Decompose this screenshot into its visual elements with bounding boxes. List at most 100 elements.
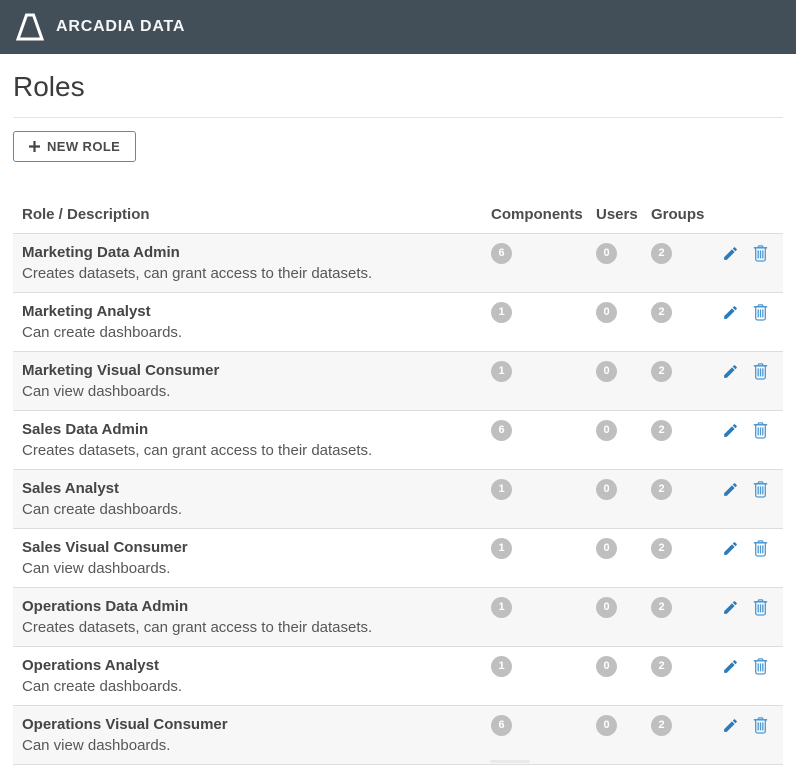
components-count-badge: 1: [491, 360, 512, 382]
groups-cell: 2: [651, 655, 722, 677]
components-cell: 1: [491, 537, 596, 559]
users-cell: 0: [596, 596, 651, 618]
edit-role-button[interactable]: [722, 243, 739, 262]
delete-role-button[interactable]: [753, 715, 768, 734]
role-table-row: Marketing Visual Consumer Can view dashb…: [13, 350, 783, 410]
edit-role-button[interactable]: [722, 361, 739, 380]
groups-cell: 2: [651, 360, 722, 382]
role-table-row: Operations Analyst Can create dashboards…: [13, 645, 783, 705]
role-name: Marketing Analyst: [22, 302, 151, 320]
role-description: Can view dashboards.: [22, 736, 171, 754]
actions-cell: [722, 361, 774, 380]
role-table-row: Marketing Analyst Can create dashboards.…: [13, 291, 783, 351]
edit-role-button[interactable]: [722, 597, 739, 616]
trash-icon: [753, 540, 768, 557]
delete-role-button[interactable]: [753, 597, 768, 616]
groups-count-badge: 2: [651, 714, 672, 736]
role-cell: Sales Analyst Can create dashboards.: [22, 479, 491, 520]
components-cell: 6: [491, 714, 596, 736]
role-cell: Operations Analyst Can create dashboards…: [22, 656, 491, 697]
delete-role-button[interactable]: [753, 420, 768, 439]
trash-icon: [753, 481, 768, 498]
edit-role-button[interactable]: [722, 302, 739, 321]
roles-table: Role / Description Components Users Grou…: [13, 204, 783, 765]
trash-icon: [753, 599, 768, 616]
components-cell: 1: [491, 655, 596, 677]
plus-icon: [29, 140, 40, 152]
role-description: Can create dashboards.: [22, 677, 183, 695]
role-description: Can view dashboards.: [22, 559, 171, 577]
roles-table-body: Marketing Data Admin Creates datasets, c…: [13, 232, 783, 765]
brand-name: ARCADIA DATA: [56, 18, 186, 35]
trash-icon: [753, 658, 768, 675]
title-divider: [13, 116, 783, 118]
users-count-badge: 0: [596, 655, 617, 677]
delete-role-button[interactable]: [753, 361, 768, 380]
trash-icon: [753, 304, 768, 321]
role-name: Sales Analyst: [22, 479, 119, 497]
users-cell: 0: [596, 478, 651, 500]
pencil-icon: [722, 599, 739, 616]
role-name: Marketing Visual Consumer: [22, 361, 220, 379]
groups-cell: 2: [651, 714, 722, 736]
pencil-icon: [722, 658, 739, 675]
users-cell: 0: [596, 714, 651, 736]
pencil-icon: [722, 481, 739, 498]
actions-cell: [722, 243, 774, 262]
edit-role-button[interactable]: [722, 479, 739, 498]
delete-role-button[interactable]: [753, 538, 768, 557]
users-count-badge: 0: [596, 419, 617, 441]
groups-count-badge: 2: [651, 360, 672, 382]
role-description: Can view dashboards.: [22, 382, 171, 400]
groups-count-badge: 2: [651, 596, 672, 618]
users-count-badge: 0: [596, 360, 617, 382]
delete-role-button[interactable]: [753, 302, 768, 321]
components-count-badge: 1: [491, 596, 512, 618]
users-count-badge: 0: [596, 242, 617, 264]
groups-cell: 2: [651, 419, 722, 441]
role-name: Operations Data Admin: [22, 597, 189, 615]
new-role-button[interactable]: NEW ROLE: [13, 130, 137, 162]
role-table-row: Sales Data Admin Creates datasets, can g…: [13, 409, 783, 469]
groups-cell: 2: [651, 301, 722, 323]
pencil-icon: [722, 245, 739, 262]
delete-role-button[interactable]: [753, 479, 768, 498]
components-count-badge: 1: [491, 655, 512, 677]
components-cell: 1: [491, 360, 596, 382]
edit-role-button[interactable]: [722, 656, 739, 675]
role-cell: Sales Data Admin Creates datasets, can g…: [22, 420, 491, 461]
trash-icon: [753, 422, 768, 439]
role-table-row: Operations Visual Consumer Can view dash…: [13, 704, 783, 764]
role-description: Creates datasets, can grant access to th…: [22, 618, 373, 636]
scrollbar-thumb-sliver: [490, 759, 530, 763]
users-cell: 0: [596, 537, 651, 559]
role-name: Marketing Data Admin: [22, 243, 180, 261]
delete-role-button[interactable]: [753, 243, 768, 262]
role-description: Creates datasets, can grant access to th…: [22, 264, 373, 282]
role-name: Operations Analyst: [22, 656, 159, 674]
users-cell: 0: [596, 360, 651, 382]
pencil-icon: [722, 422, 739, 439]
users-cell: 0: [596, 301, 651, 323]
edit-role-button[interactable]: [722, 420, 739, 439]
users-count-badge: 0: [596, 301, 617, 323]
components-count-badge: 1: [491, 537, 512, 559]
users-cell: 0: [596, 419, 651, 441]
pencil-icon: [722, 717, 739, 734]
components-count-badge: 1: [491, 301, 512, 323]
groups-cell: 2: [651, 242, 722, 264]
actions-cell: [722, 538, 774, 557]
edit-role-button[interactable]: [722, 538, 739, 557]
groups-count-badge: 2: [651, 537, 672, 559]
components-cell: 6: [491, 242, 596, 264]
delete-role-button[interactable]: [753, 656, 768, 675]
trash-icon: [753, 717, 768, 734]
edit-role-button[interactable]: [722, 715, 739, 734]
trash-icon: [753, 363, 768, 380]
groups-count-badge: 2: [651, 655, 672, 677]
groups-count-badge: 2: [651, 419, 672, 441]
role-cell: Sales Visual Consumer Can view dashboard…: [22, 538, 491, 579]
role-name: Sales Data Admin: [22, 420, 149, 438]
actions-cell: [722, 656, 774, 675]
actions-cell: [722, 302, 774, 321]
